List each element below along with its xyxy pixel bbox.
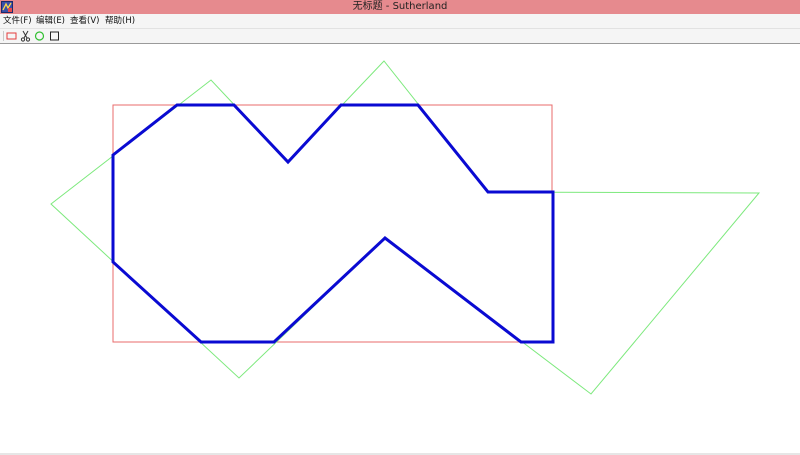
clipped-polygon bbox=[111, 103, 555, 344]
subject-polygon bbox=[50, 60, 761, 395]
scissors-tool-icon[interactable] bbox=[19, 30, 32, 42]
menu-edit[interactable]: 编辑(E) bbox=[36, 14, 65, 28]
drawing-canvas[interactable] bbox=[0, 44, 800, 453]
menu-view[interactable]: 查看(V) bbox=[70, 14, 99, 28]
menu-help[interactable]: 帮助(H) bbox=[105, 14, 135, 28]
menu-file[interactable]: 文件(F) bbox=[3, 14, 32, 28]
title-bar: 无标题 - Sutherland bbox=[0, 0, 800, 14]
rectangle-tool-icon[interactable] bbox=[5, 30, 18, 42]
toolbar bbox=[0, 29, 800, 44]
app-window: 无标题 - Sutherland 文件(F) 编辑(E) 查看(V) 帮助(H) bbox=[0, 0, 800, 455]
window-title: 无标题 - Sutherland bbox=[352, 1, 448, 12]
toolbar-separator bbox=[3, 31, 4, 41]
clip-window-rectangle bbox=[112, 104, 553, 343]
square-tool-icon[interactable] bbox=[48, 30, 61, 42]
circle-tool-icon[interactable] bbox=[33, 30, 46, 42]
menu-bar: 文件(F) 编辑(E) 查看(V) 帮助(H) bbox=[0, 14, 800, 29]
